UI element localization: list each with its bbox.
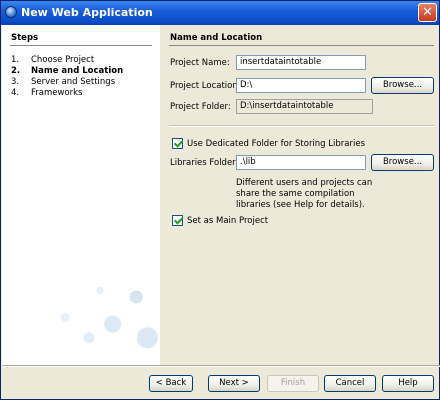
step-label: Server and Settings [31,77,116,87]
project-name-input[interactable]: insertdataintotable [236,55,366,70]
project-folder-label: Project Folder: [170,102,231,112]
steps-divider [10,45,152,46]
steps-panel: Steps 1. Choose Project 2. Name and Locati… [2,25,160,365]
step-label: Frameworks [31,88,83,98]
cancel-button[interactable]: Cancel [324,375,376,392]
content-panel: Name and Location Project Name: insertda… [161,25,439,365]
title-bar[interactable]: New Web Application ✕ [1,1,439,25]
divider [169,125,434,127]
help-line: Different users and projects can [236,178,373,188]
project-folder-field: D:\insertdataintotable [236,99,373,114]
steps-title: Steps [11,33,39,43]
back-button[interactable]: < Back [149,375,193,392]
dialog-window: New Web Application ✕ Steps 1. Choose Pro… [0,0,440,400]
app-icon [5,6,17,18]
finish-button[interactable]: Finish [267,375,319,392]
step-number: 1. [11,55,20,65]
step-label: Choose Project [31,55,95,65]
browse-libraries-button[interactable]: Browse... [371,154,434,171]
button-bar-divider [2,365,440,367]
section-divider [169,45,434,46]
window-title: New Web Application [21,6,153,19]
step-item-choose-project: 1. Choose Project [11,55,94,65]
main-project-checkbox[interactable] [172,215,183,226]
next-button[interactable]: Next > [208,375,260,392]
step-number: 3. [11,77,20,87]
step-item-server-and-settings: 3. Server and Settings [11,77,115,87]
project-location-label: Project Location: [170,81,241,91]
step-item-frameworks: 4. Frameworks [11,88,82,98]
browse-location-button[interactable]: Browse... [371,77,434,94]
libraries-help-text: Different users and projects can share t… [236,178,372,211]
section-title: Name and Location [170,33,263,43]
close-button[interactable]: ✕ [418,3,437,22]
step-number: 4. [11,88,20,98]
main-project-label[interactable]: Set as Main Project [187,216,268,226]
dedicated-folder-checkbox[interactable] [172,138,183,149]
step-item-name-and-location: 2. Name and Location [11,66,123,76]
step-number: 2. [11,66,21,76]
libraries-folder-label: Libraries Folder: [170,158,239,168]
project-location-input[interactable]: D:\ [236,78,366,93]
dedicated-folder-label[interactable]: Use Dedicated Folder for Storing Librari… [187,139,365,149]
help-button[interactable]: Help [382,375,434,392]
project-name-label: Project Name: [170,58,230,68]
help-line: libraries (see Help for details). [236,200,365,210]
help-line: share the same compilation [236,189,355,199]
libraries-folder-input[interactable]: .\lib [236,155,366,170]
step-label: Name and Location [31,66,124,76]
